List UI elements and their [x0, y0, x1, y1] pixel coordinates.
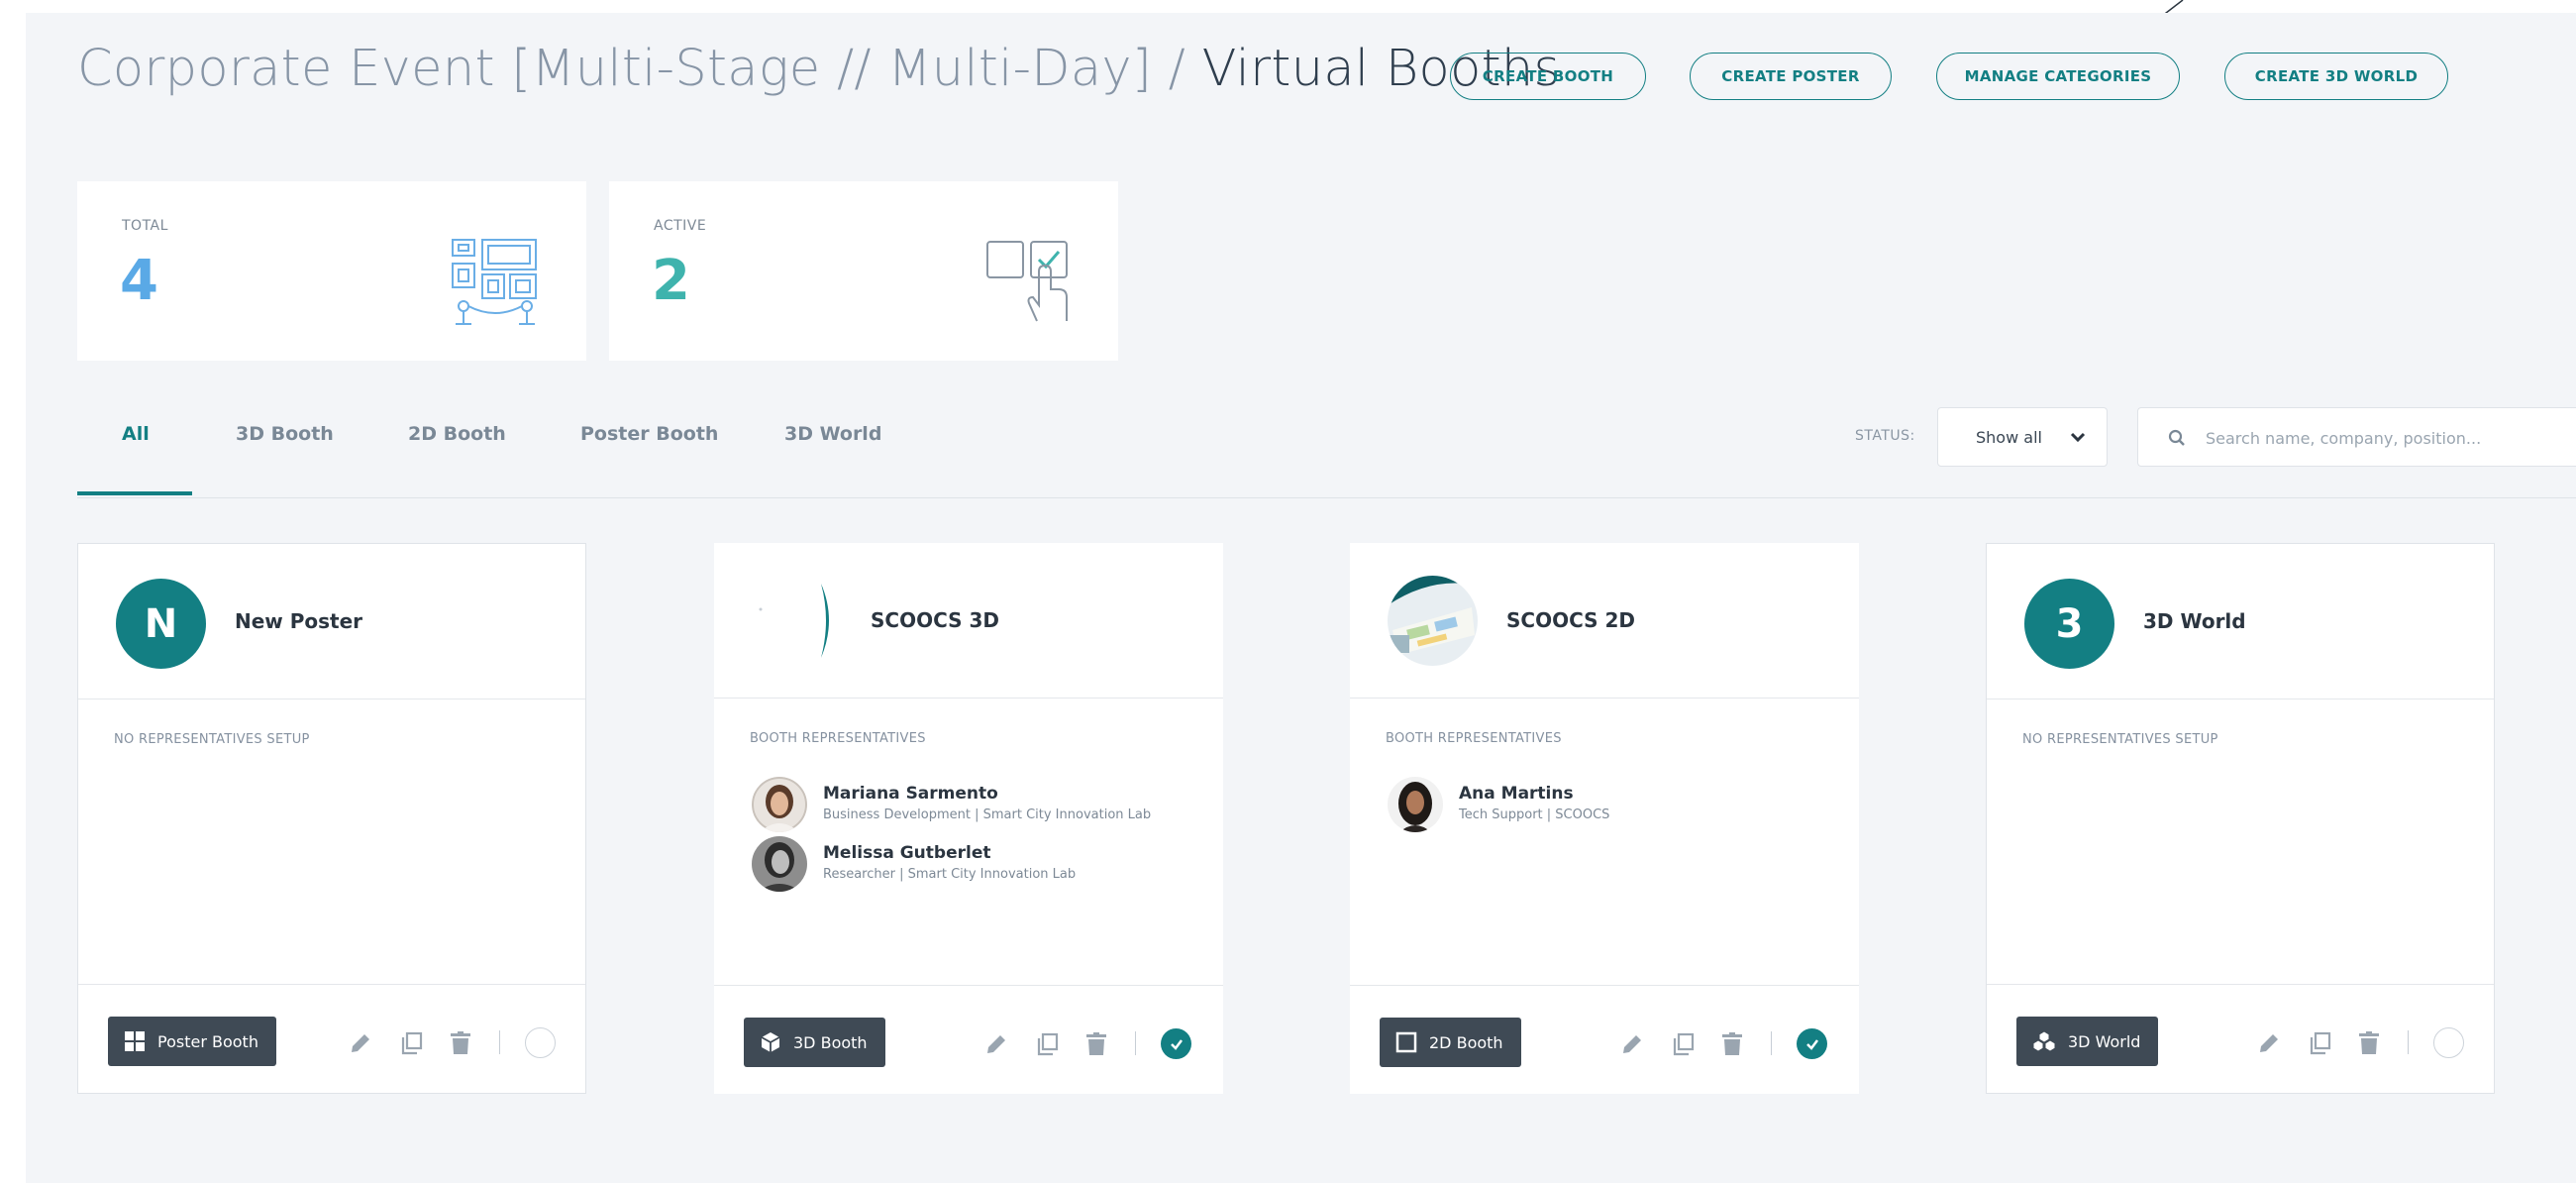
booth-name[interactable]: SCOOCS 3D [871, 608, 999, 632]
representative-details: Business Development | Smart City Innova… [823, 807, 1152, 822]
duplicate-icon[interactable] [2307, 1030, 2332, 1056]
representative-avatar [752, 836, 807, 892]
edit-icon[interactable] [1619, 1031, 1645, 1057]
no-representatives-label: NO REPRESENTATIVES SETUP [114, 732, 310, 747]
check-icon [1170, 1038, 1183, 1050]
representative-item[interactable]: Melissa Gutberlet Researcher | Smart Cit… [752, 836, 1207, 894]
representative-item[interactable]: Ana Martins Tech Support | SCOOCS [1388, 777, 1843, 834]
booth-type-label: Poster Booth [157, 1031, 258, 1051]
representative-avatar [752, 777, 807, 832]
status-filter-label: STATUS: [1855, 428, 1915, 444]
status-toggle-active[interactable] [1161, 1028, 1191, 1059]
booth-card-footer: 3D World [1987, 984, 2494, 1093]
delete-icon[interactable] [1719, 1031, 1745, 1057]
tabs-divider [77, 497, 2576, 498]
delete-icon[interactable] [448, 1030, 473, 1056]
search-input[interactable] [2206, 422, 2562, 454]
booth-representatives-label: BOOTH REPRESENTATIVES [750, 731, 926, 746]
booth-card-new-poster[interactable]: N New Poster NO REPRESENTATIVES SETUP Po… [77, 543, 586, 1094]
search-icon [2168, 429, 2185, 446]
representative-details: Tech Support | SCOOCS [1459, 807, 1610, 822]
duplicate-icon[interactable] [1034, 1031, 1060, 1057]
representative-name: Ana Martins [1459, 784, 1574, 804]
action-separator [2408, 1030, 2409, 1054]
booth-name[interactable]: SCOOCS 2D [1506, 608, 1635, 632]
booth-card-header: 3 3D World [1987, 544, 2494, 699]
cubes-icon [2032, 1030, 2056, 1052]
booth-card-footer: Poster Booth [78, 984, 585, 1093]
status-toggle-inactive[interactable] [2433, 1027, 2464, 1058]
booth-logo-image [1388, 576, 1478, 666]
duplicate-icon[interactable] [1670, 1031, 1696, 1057]
status-toggle-inactive[interactable] [525, 1027, 556, 1058]
booth-type-badge: 3D Booth [744, 1018, 885, 1067]
manage-categories-button[interactable]: MANAGE CATEGORIES [1936, 53, 2180, 100]
search-box [2137, 407, 2576, 467]
breadcrumb-event[interactable]: Corporate Event [Multi-Stage // Multi-Da… [77, 40, 1185, 98]
touch-check-icon [986, 241, 1068, 322]
booth-card-header: SCOOCS 3D [714, 543, 1223, 699]
representative-details: Researcher | Smart City Innovation Lab [823, 867, 1077, 882]
booth-logo-image [752, 576, 842, 666]
status-filter-select[interactable]: Show all [1937, 407, 2108, 467]
booth-grid-icon [452, 239, 537, 325]
edit-icon[interactable] [2256, 1030, 2282, 1056]
tab-poster-booth[interactable]: Poster Booth [580, 423, 718, 445]
booth-card-scoocs-3d[interactable]: SCOOCS 3D BOOTH REPRESENTATIVES Mariana … [714, 543, 1223, 1094]
booth-card-scoocs-2d[interactable]: SCOOCS 2D BOOTH REPRESENTATIVES Ana Mart… [1350, 543, 1859, 1094]
stat-value-active: 2 [652, 249, 690, 313]
booth-type-label: 2D Booth [1429, 1032, 1503, 1052]
grid-icon [125, 1031, 145, 1051]
booth-representatives-label: BOOTH REPRESENTATIVES [1386, 731, 1562, 746]
cube-icon [761, 1032, 780, 1052]
delete-icon[interactable] [1083, 1031, 1109, 1057]
edit-icon[interactable] [348, 1030, 373, 1056]
tab-3d-booth[interactable]: 3D Booth [236, 423, 334, 445]
representative-avatar [1388, 777, 1443, 832]
booth-card-header: N New Poster [78, 544, 585, 699]
booth-type-badge: Poster Booth [108, 1017, 276, 1066]
create-poster-button[interactable]: CREATE POSTER [1690, 53, 1892, 100]
create-3d-world-button[interactable]: CREATE 3D WORLD [2224, 53, 2448, 100]
chevron-down-icon [2070, 432, 2086, 443]
square-icon [1395, 1031, 1417, 1053]
booth-type-badge: 3D World [2016, 1017, 2159, 1066]
check-icon [1805, 1038, 1818, 1050]
booth-name[interactable]: New Poster [235, 609, 362, 633]
delete-icon[interactable] [2356, 1030, 2382, 1056]
booth-type-label: 3D Booth [793, 1032, 868, 1052]
action-separator [1771, 1031, 1772, 1055]
create-booth-button[interactable]: CREATE BOOTH [1450, 53, 1646, 100]
booth-card-footer: 3D Booth [714, 985, 1223, 1094]
edit-icon[interactable] [983, 1031, 1009, 1057]
booth-card-header: SCOOCS 2D [1350, 543, 1859, 699]
tab-all[interactable]: All [122, 423, 150, 445]
tab-2d-booth[interactable]: 2D Booth [408, 423, 506, 445]
booth-card-3d-world[interactable]: 3 3D World NO REPRESENTATIVES SETUP 3D W… [1986, 543, 2495, 1094]
booth-type-label: 3D World [2068, 1031, 2141, 1051]
tab-3d-world[interactable]: 3D World [784, 423, 881, 445]
booth-name[interactable]: 3D World [2143, 609, 2246, 633]
page-title: Corporate Event [Multi-Stage // Multi-Da… [77, 40, 1560, 98]
representative-name: Mariana Sarmento [823, 784, 998, 804]
duplicate-icon[interactable] [398, 1030, 424, 1056]
booth-card-footer: 2D Booth [1350, 985, 1859, 1094]
booth-avatar: 3 [2024, 579, 2114, 669]
action-separator [499, 1030, 500, 1054]
stat-label-total: TOTAL [122, 218, 168, 234]
representative-name: Melissa Gutberlet [823, 843, 991, 863]
booth-type-badge: 2D Booth [1380, 1018, 1521, 1067]
booth-avatar: N [116, 579, 206, 669]
status-filter-value: Show all [1976, 427, 2042, 447]
active-tab-indicator [77, 491, 192, 495]
stat-value-total: 4 [120, 249, 158, 313]
no-representatives-label: NO REPRESENTATIVES SETUP [2022, 732, 2218, 747]
stat-card-active: ACTIVE 2 [609, 181, 1118, 361]
stat-card-total: TOTAL 4 [77, 181, 586, 361]
action-separator [1135, 1031, 1136, 1055]
status-toggle-active[interactable] [1797, 1028, 1827, 1059]
stat-label-active: ACTIVE [654, 218, 707, 234]
representative-item[interactable]: Mariana Sarmento Business Development | … [752, 777, 1207, 834]
